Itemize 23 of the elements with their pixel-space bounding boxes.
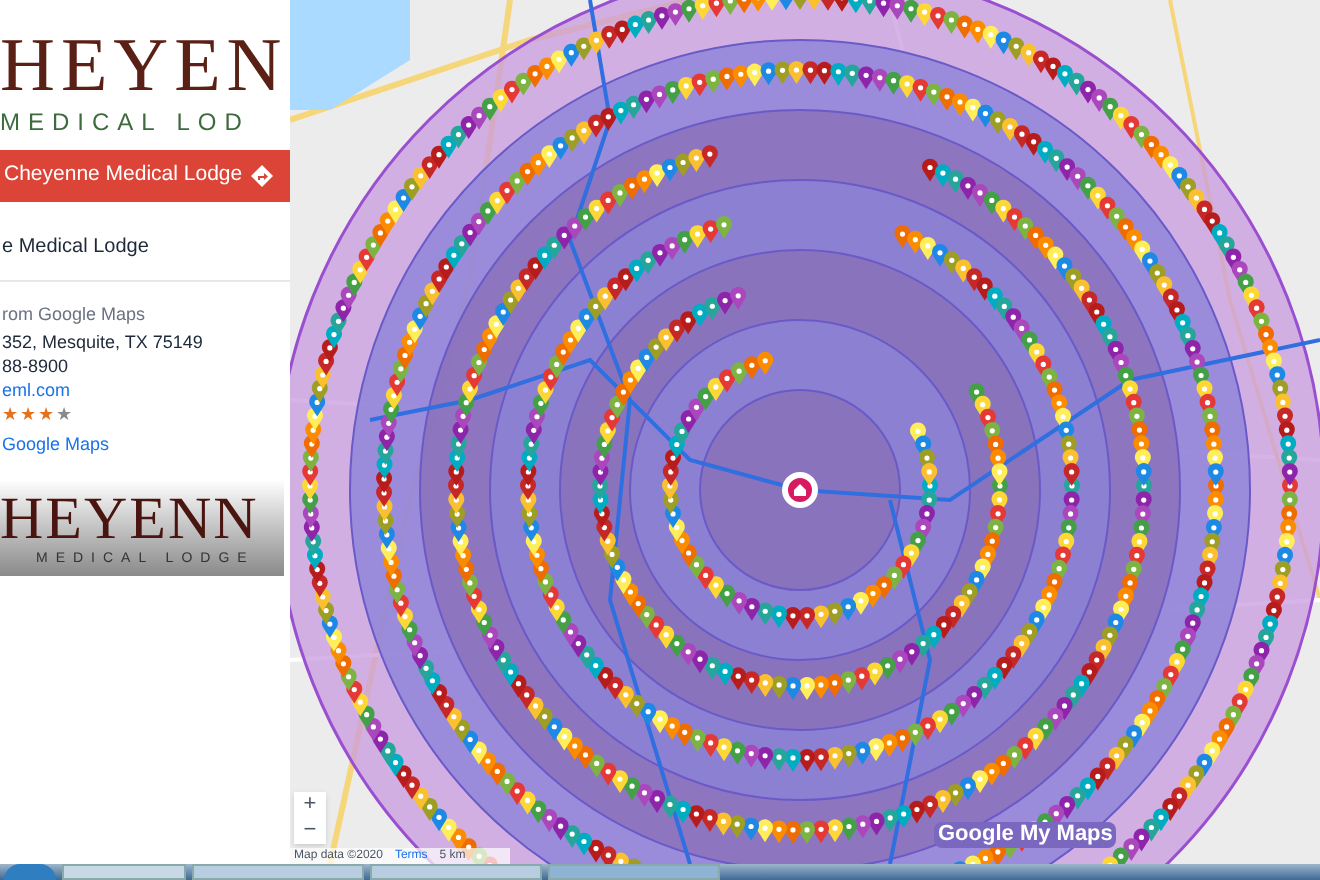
- star-icon: ★: [38, 404, 54, 424]
- directions-icon[interactable]: [250, 164, 274, 188]
- logo-wordmark: HEYEN: [0, 28, 288, 104]
- star-icon: ★: [20, 404, 36, 424]
- place-name: e Medical Lodge: [2, 234, 149, 262]
- taskbar-button[interactable]: [192, 864, 364, 880]
- address: 352, Mesquite, TX 75149: [2, 332, 205, 354]
- logo-subtitle: MEDICAL LOD: [0, 108, 250, 136]
- google-maps-link[interactable]: Google Maps: [2, 434, 290, 456]
- star-icon: ★: [56, 404, 72, 424]
- zoom-in-button[interactable]: +: [294, 792, 326, 818]
- website-link[interactable]: eml.com: [2, 380, 290, 402]
- map-logo: Google My Maps: [934, 822, 1117, 848]
- place-title: Cheyenne Medical Lodge: [4, 160, 243, 191]
- banner-wordmark: HEYENN: [0, 489, 259, 549]
- phone-number: 88-8900: [2, 356, 71, 378]
- taskbar-button[interactable]: [370, 864, 542, 880]
- source-label: rom Google Maps: [2, 302, 148, 326]
- start-button[interactable]: [4, 864, 56, 880]
- star-icon: ★: [2, 404, 18, 424]
- zoom-out-button[interactable]: −: [294, 818, 326, 844]
- taskbar-button[interactable]: [548, 864, 720, 880]
- taskbar-button[interactable]: [62, 864, 186, 880]
